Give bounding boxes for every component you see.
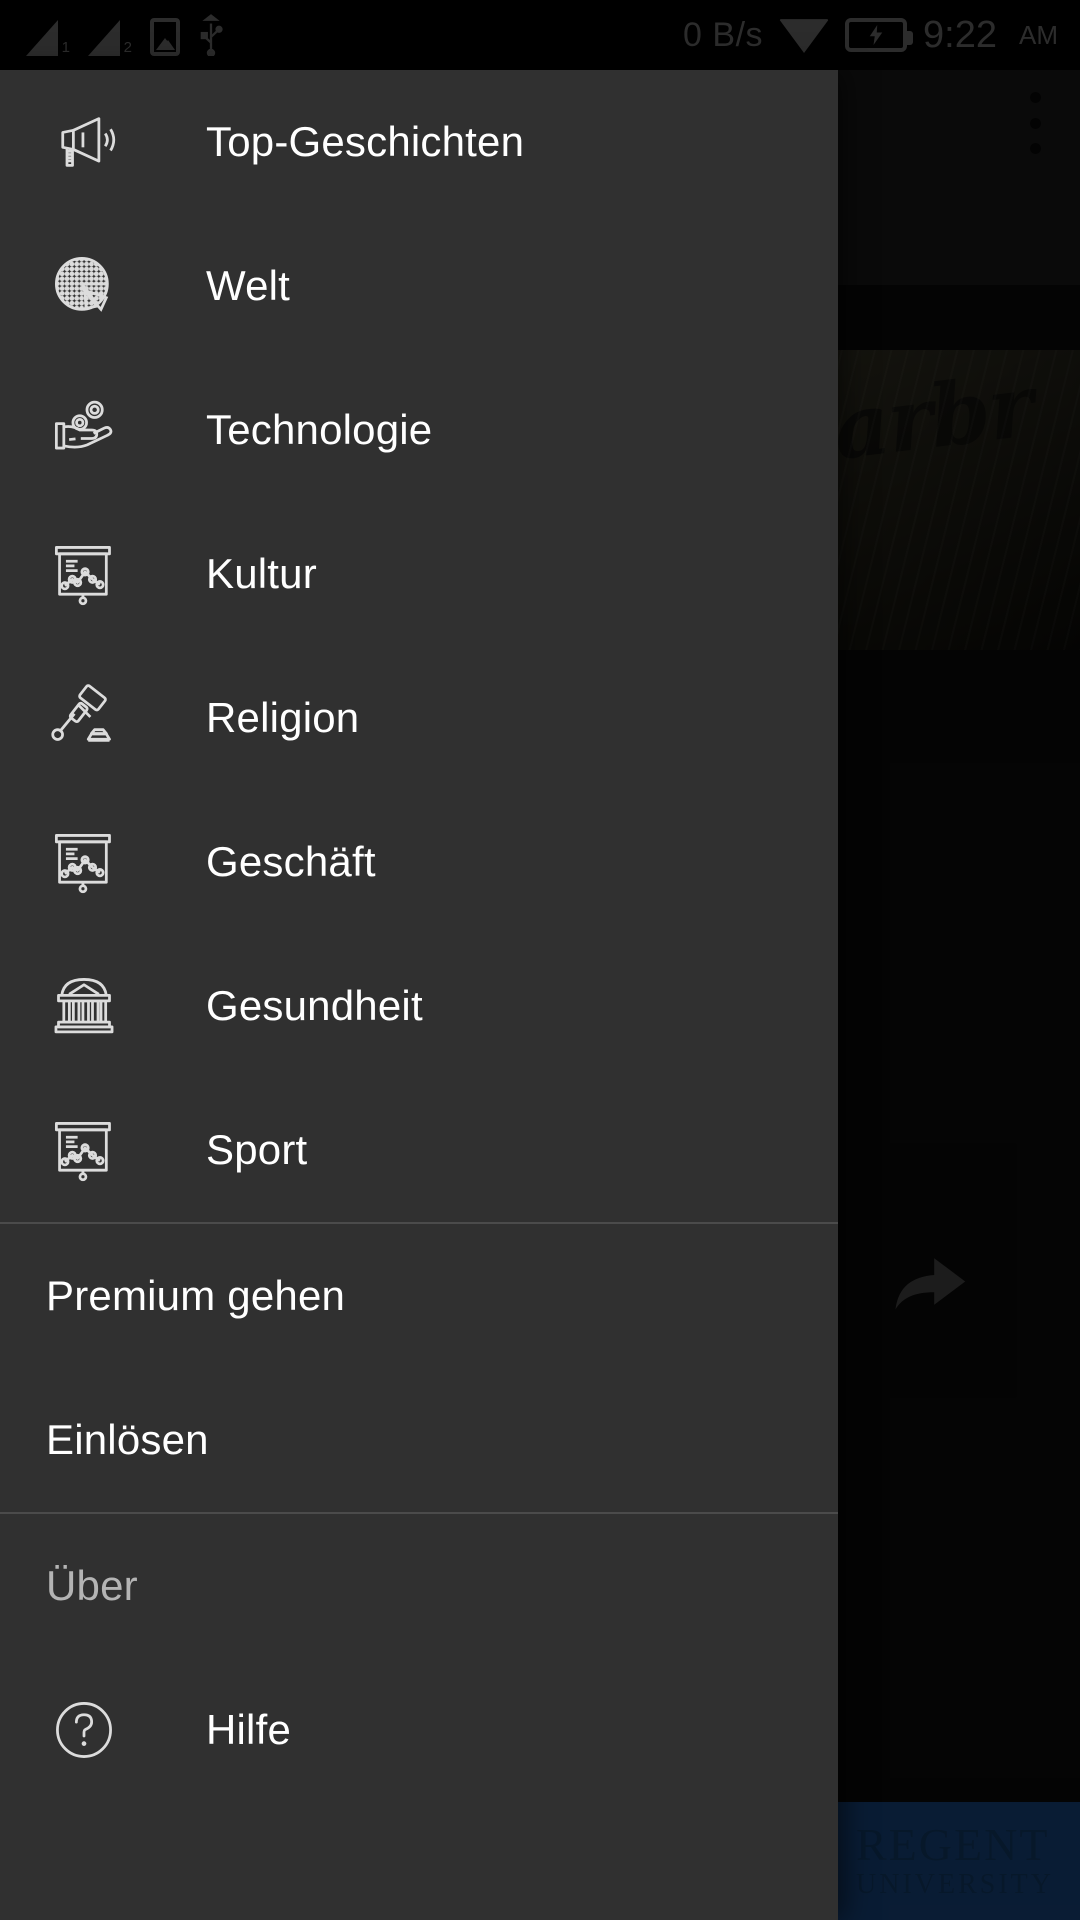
drawer-footer-section: Über Hilfe — [0, 1514, 838, 1802]
sidebar-item-label: Religion — [206, 694, 360, 741]
sidebar-item-label: Welt — [206, 262, 291, 309]
sidebar-item-top-geschichten[interactable]: Top-Geschichten — [0, 70, 838, 214]
signal-2-label: 2 — [123, 39, 132, 56]
help-circle-icon — [40, 1686, 128, 1774]
battery-charging-icon — [845, 18, 914, 52]
data-rate-label: 0 B/s — [683, 15, 764, 54]
sidebar-item-premium-gehen[interactable]: Premium gehen — [0, 1224, 838, 1368]
sidebar-item-religion[interactable]: Religion — [0, 646, 838, 790]
sidebar-item-technologie[interactable]: Technologie — [0, 358, 838, 502]
sidebar-item-ueber[interactable]: Über — [0, 1514, 838, 1658]
sidebar-item-label: Kultur — [206, 550, 317, 597]
sidebar-item-label: Technologie — [206, 406, 433, 453]
charging-bolt-icon — [869, 25, 883, 45]
wifi-icon — [779, 19, 830, 53]
sidebar-item-kultur[interactable]: Kultur — [0, 502, 838, 646]
sidebar-item-gesundheit[interactable]: Gesundheit — [0, 934, 838, 1078]
sidebar-item-label: Premium gehen — [46, 1272, 346, 1319]
gavel-icon — [40, 674, 128, 762]
usb-icon — [200, 14, 223, 56]
presentation-chart-icon — [40, 818, 128, 906]
sidebar-item-label: Geschäft — [206, 838, 376, 885]
hand-coins-icon — [40, 386, 128, 474]
sidebar-item-label: Einlösen — [46, 1416, 209, 1463]
signal-1-icon: 1 — [26, 18, 70, 56]
sidebar-item-sport[interactable]: Sport — [0, 1078, 838, 1222]
sidebar-item-label: Sport — [206, 1126, 308, 1173]
sidebar-item-label: Top-Geschichten — [206, 118, 525, 165]
status-bar-left-icons: 1 2 — [26, 14, 224, 56]
clock-time: 9:22 — [923, 13, 997, 56]
status-bar: 1 2 0 B/s 9:22 AM — [0, 0, 1080, 70]
sidebar-item-geschaeft[interactable]: Geschäft — [0, 790, 838, 934]
sidebar-item-einloesen[interactable]: Einlösen — [0, 1368, 838, 1512]
image-icon — [150, 18, 180, 56]
bank-building-icon — [40, 962, 128, 1050]
sidebar-item-label: Gesundheit — [206, 982, 423, 1029]
drawer-categories-section: Top-Geschichten Welt Technologie Kultur … — [0, 70, 838, 1222]
navigation-drawer[interactable]: Top-Geschichten Welt Technologie Kultur … — [0, 70, 838, 1920]
pie-chart-icon — [40, 242, 128, 330]
clock-ampm: AM — [1019, 19, 1058, 50]
sidebar-item-label: Über — [46, 1562, 138, 1609]
presentation-chart-icon — [40, 530, 128, 618]
signal-2-icon: 2 — [88, 18, 132, 56]
drawer-account-section: Premium gehen Einlösen — [0, 1224, 838, 1512]
status-bar-right-icons: 0 B/s 9:22 AM — [683, 14, 1058, 57]
signal-1-label: 1 — [61, 39, 70, 56]
sidebar-item-welt[interactable]: Welt — [0, 214, 838, 358]
megaphone-icon — [40, 98, 128, 186]
presentation-chart-icon — [40, 1106, 128, 1194]
sidebar-item-hilfe[interactable]: Hilfe — [0, 1658, 838, 1802]
sidebar-item-label: Hilfe — [206, 1706, 292, 1753]
